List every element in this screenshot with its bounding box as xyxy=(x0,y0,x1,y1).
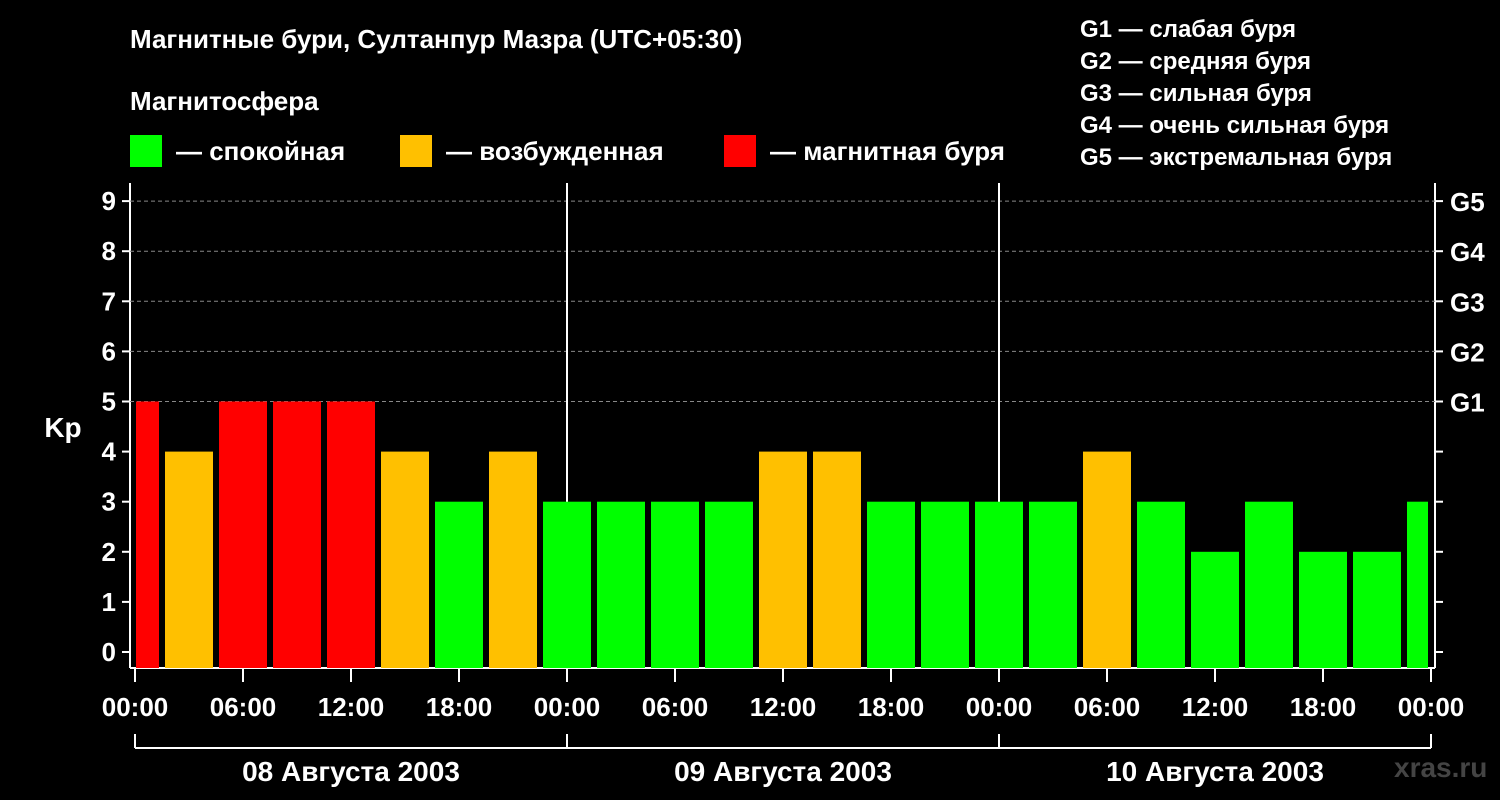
g-tick-label-4: G4 xyxy=(1450,237,1485,267)
x-tick-label: 18:00 xyxy=(858,692,925,722)
kp-bar xyxy=(273,401,321,668)
x-tick-label: 00:00 xyxy=(966,692,1033,722)
y-tick-label-3: 3 xyxy=(102,487,116,517)
x-tick-label: 00:00 xyxy=(534,692,601,722)
y-tick-label-1: 1 xyxy=(102,587,116,617)
kp-bar xyxy=(1407,501,1428,668)
kp-bar xyxy=(759,451,807,668)
x-tick-label: 12:00 xyxy=(1182,692,1249,722)
y-tick-label-9: 9 xyxy=(102,186,116,216)
kp-bar xyxy=(813,451,861,668)
kp-bar xyxy=(921,501,969,668)
kp-bar-chart: 0 1 2 3 4 5 6 7 8 9 G1 G2 G3 G4 G5 Kp 00:00 06:00 12:00 18:… xyxy=(44,183,1485,787)
kp-bar xyxy=(1083,451,1131,668)
x-tick-label: 18:00 xyxy=(426,692,493,722)
y-tick-label-4: 4 xyxy=(102,437,117,467)
g-tick-label-3: G3 xyxy=(1450,287,1485,317)
kp-bar xyxy=(1191,551,1239,668)
y-tick-label-0: 0 xyxy=(102,637,116,667)
kp-bar xyxy=(867,501,915,668)
kp-bar xyxy=(327,401,375,668)
kp-bar xyxy=(651,501,699,668)
kp-bar xyxy=(705,501,753,668)
x-tick-label: 06:00 xyxy=(642,692,709,722)
kp-bar xyxy=(1353,551,1401,668)
y-axis-label: Kp xyxy=(44,412,81,443)
day-label: 10 Августа 2003 xyxy=(1106,756,1324,787)
x-tick-label: 18:00 xyxy=(1290,692,1357,722)
y-tick-label-5: 5 xyxy=(102,387,116,417)
y-tick-label-7: 7 xyxy=(102,286,116,316)
g-tick-label-2: G2 xyxy=(1450,337,1485,367)
day-label: 09 Августа 2003 xyxy=(674,756,892,787)
kp-bar xyxy=(1137,501,1185,668)
kp-bar xyxy=(489,451,537,668)
x-tick-label: 00:00 xyxy=(1398,692,1465,722)
kp-bar xyxy=(165,451,213,668)
kp-bar xyxy=(1029,501,1077,668)
kp-bar xyxy=(435,501,483,668)
kp-bar xyxy=(1299,551,1347,668)
y-tick-label-8: 8 xyxy=(102,236,116,266)
y-tick-label-6: 6 xyxy=(102,336,116,366)
y-tick-label-2: 2 xyxy=(102,537,116,567)
x-tick-label: 00:00 xyxy=(102,692,169,722)
x-tick-label: 12:00 xyxy=(318,692,385,722)
kp-bar xyxy=(975,501,1023,668)
kp-bar xyxy=(1245,501,1293,668)
x-tick-label: 06:00 xyxy=(210,692,277,722)
x-tick-label: 06:00 xyxy=(1074,692,1141,722)
kp-bar xyxy=(136,401,159,668)
kp-bar xyxy=(543,501,591,668)
g-tick-label-1: G1 xyxy=(1450,388,1485,418)
kp-bar xyxy=(219,401,267,668)
watermark: xras.ru xyxy=(1394,752,1488,783)
x-tick-label: 12:00 xyxy=(750,692,817,722)
day-label: 08 Августа 2003 xyxy=(242,756,460,787)
kp-bar xyxy=(381,451,429,668)
g-tick-label-5: G5 xyxy=(1450,187,1485,217)
kp-bar xyxy=(597,501,645,668)
